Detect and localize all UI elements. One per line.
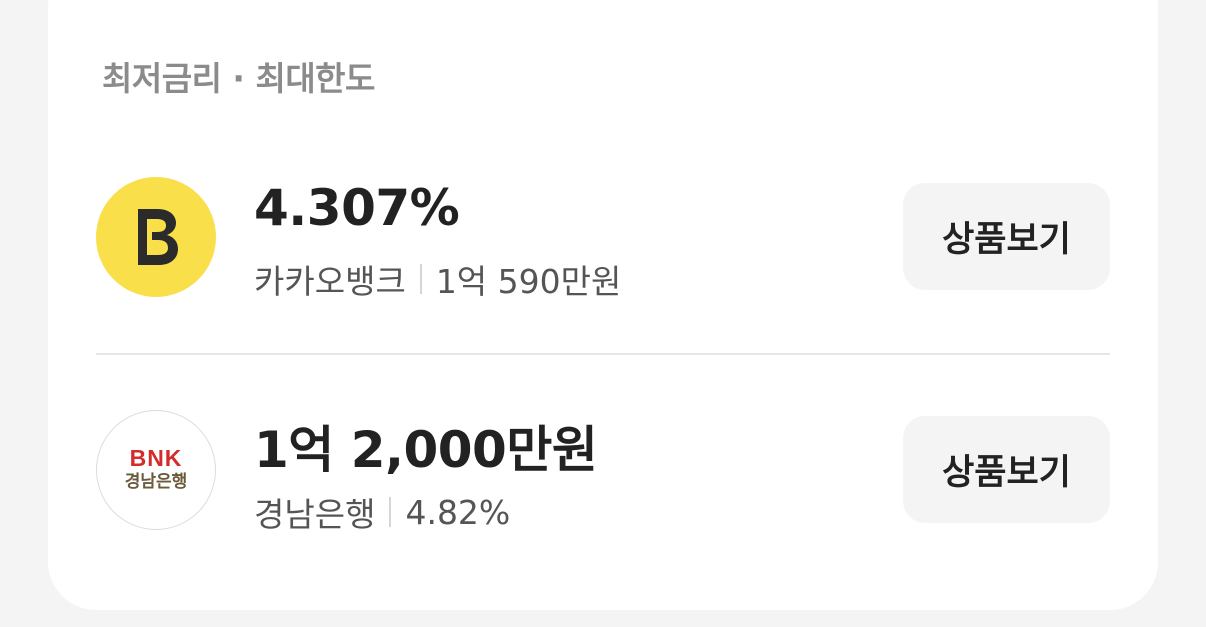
row-divider — [96, 353, 1110, 355]
product-meta: 경남은행 4.82% — [254, 488, 510, 536]
kakaobank-logo-icon — [96, 177, 216, 297]
section-title: 최저금리 · 최대한도 — [102, 59, 375, 98]
product-row-bnk: BNK 경남은행 1억 2,000만원 경남은행 4.82% 상품보기 — [96, 410, 1110, 534]
bank-name: 카카오뱅크 — [254, 262, 406, 301]
bnk-logo-mark: BNK — [129, 445, 183, 472]
rate-value-secondary: 4.82% — [405, 492, 511, 532]
rate-value: 4.307% — [254, 179, 460, 237]
bnk-logo-icon: BNK 경남은행 — [96, 410, 216, 530]
limit-value-primary: 1억 2,000만원 — [254, 421, 598, 479]
view-product-button[interactable]: 상품보기 — [903, 183, 1110, 290]
bank-name: 경남은행 — [254, 495, 376, 534]
view-product-button[interactable]: 상품보기 — [903, 416, 1110, 523]
product-meta: 카카오뱅크 1억 590만원 — [254, 255, 621, 303]
bnk-logo-name: 경남은행 — [124, 472, 188, 493]
kakaobank-b-icon — [138, 209, 178, 265]
meta-separator — [389, 497, 392, 527]
meta-separator — [419, 264, 422, 294]
limit-value: 1억 590만원 — [435, 262, 622, 301]
product-row-kakaobank: 4.307% 카카오뱅크 1억 590만원 상품보기 — [96, 177, 1110, 301]
